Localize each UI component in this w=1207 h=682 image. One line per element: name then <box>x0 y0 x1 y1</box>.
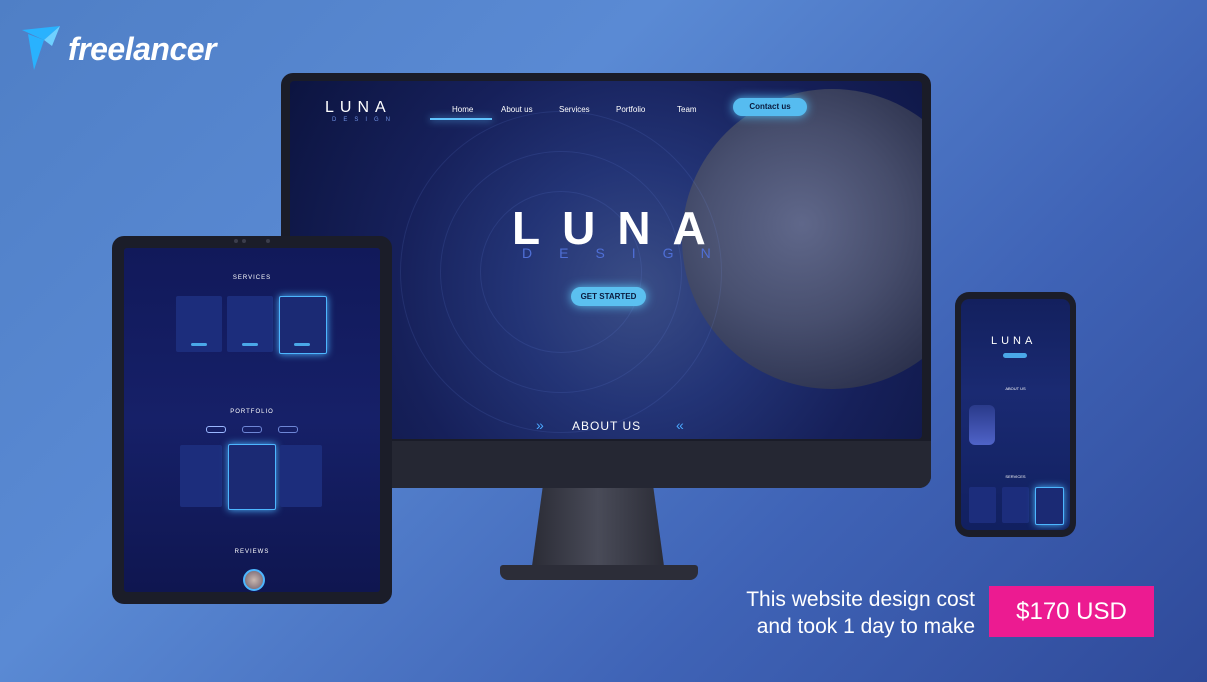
nav-services[interactable]: Services <box>559 105 590 114</box>
phone-service-card[interactable] <box>1002 487 1029 523</box>
services-heading: SERVICES <box>232 275 272 281</box>
bird-logo-icon <box>22 26 60 70</box>
nav-active-indicator <box>430 118 492 120</box>
phone-service-card[interactable] <box>969 487 996 523</box>
phone-service-card-selected[interactable] <box>1035 487 1064 525</box>
camera-dot <box>266 239 270 243</box>
portfolio-card-selected[interactable] <box>228 444 276 510</box>
illustration-image <box>969 405 995 445</box>
monitor-stand <box>532 488 664 566</box>
hero-subtitle: DESIGN <box>522 245 738 261</box>
nav-team[interactable]: Team <box>677 105 697 114</box>
phone-about-heading: ABOUT US <box>1005 386 1026 391</box>
tablet-device: SERVICES PORTFOLIO REVIEWS <box>112 236 392 604</box>
portfolio-filter[interactable] <box>206 426 226 433</box>
camera-dot <box>242 239 246 243</box>
portfolio-filter[interactable] <box>242 426 262 433</box>
phone-device: LUNA ABOUT US SERVICES <box>955 292 1076 537</box>
reviews-heading: REVIEWS <box>234 549 270 555</box>
get-started-button[interactable]: GET STARTED <box>571 287 646 306</box>
card-button[interactable] <box>242 343 258 346</box>
contact-button[interactable]: Contact us <box>733 98 807 116</box>
portfolio-filter[interactable] <box>278 426 298 433</box>
chevron-left-icon: « <box>676 417 684 433</box>
phone-cta[interactable] <box>1003 353 1027 358</box>
phone-screen: LUNA ABOUT US SERVICES <box>961 299 1070 530</box>
site-brand[interactable]: LUNA <box>325 99 392 117</box>
logo-wordmark: freelancer <box>68 30 216 67</box>
chevron-right-icon: » <box>536 417 544 433</box>
about-heading: ABOUT US <box>572 419 642 433</box>
nav-about[interactable]: About us <box>501 105 533 114</box>
nav-home[interactable]: Home <box>452 105 473 114</box>
freelancer-logo[interactable]: freelancer <box>22 26 216 72</box>
price-badge: $170 USD <box>989 586 1154 637</box>
promo-line-1: This website design cost <box>746 588 975 611</box>
card-button[interactable] <box>191 343 207 346</box>
site-brand-sub: DESIGN <box>332 117 398 123</box>
monitor-base <box>500 565 698 580</box>
phone-brand: LUNA <box>991 335 1037 347</box>
reviewer-avatar <box>243 569 265 591</box>
phone-services-heading: SERVICES <box>1005 474 1026 479</box>
promo-line-2: and took 1 day to make <box>756 615 975 638</box>
portfolio-card[interactable] <box>180 445 222 507</box>
portfolio-card[interactable] <box>280 445 322 507</box>
tablet-screen: SERVICES PORTFOLIO REVIEWS <box>124 248 380 592</box>
promo-caption: This website design cost and took 1 day … <box>746 586 975 640</box>
portfolio-heading: PORTFOLIO <box>230 409 274 415</box>
camera-dot <box>234 239 238 243</box>
card-button[interactable] <box>294 343 310 346</box>
nav-portfolio[interactable]: Portfolio <box>616 105 645 114</box>
